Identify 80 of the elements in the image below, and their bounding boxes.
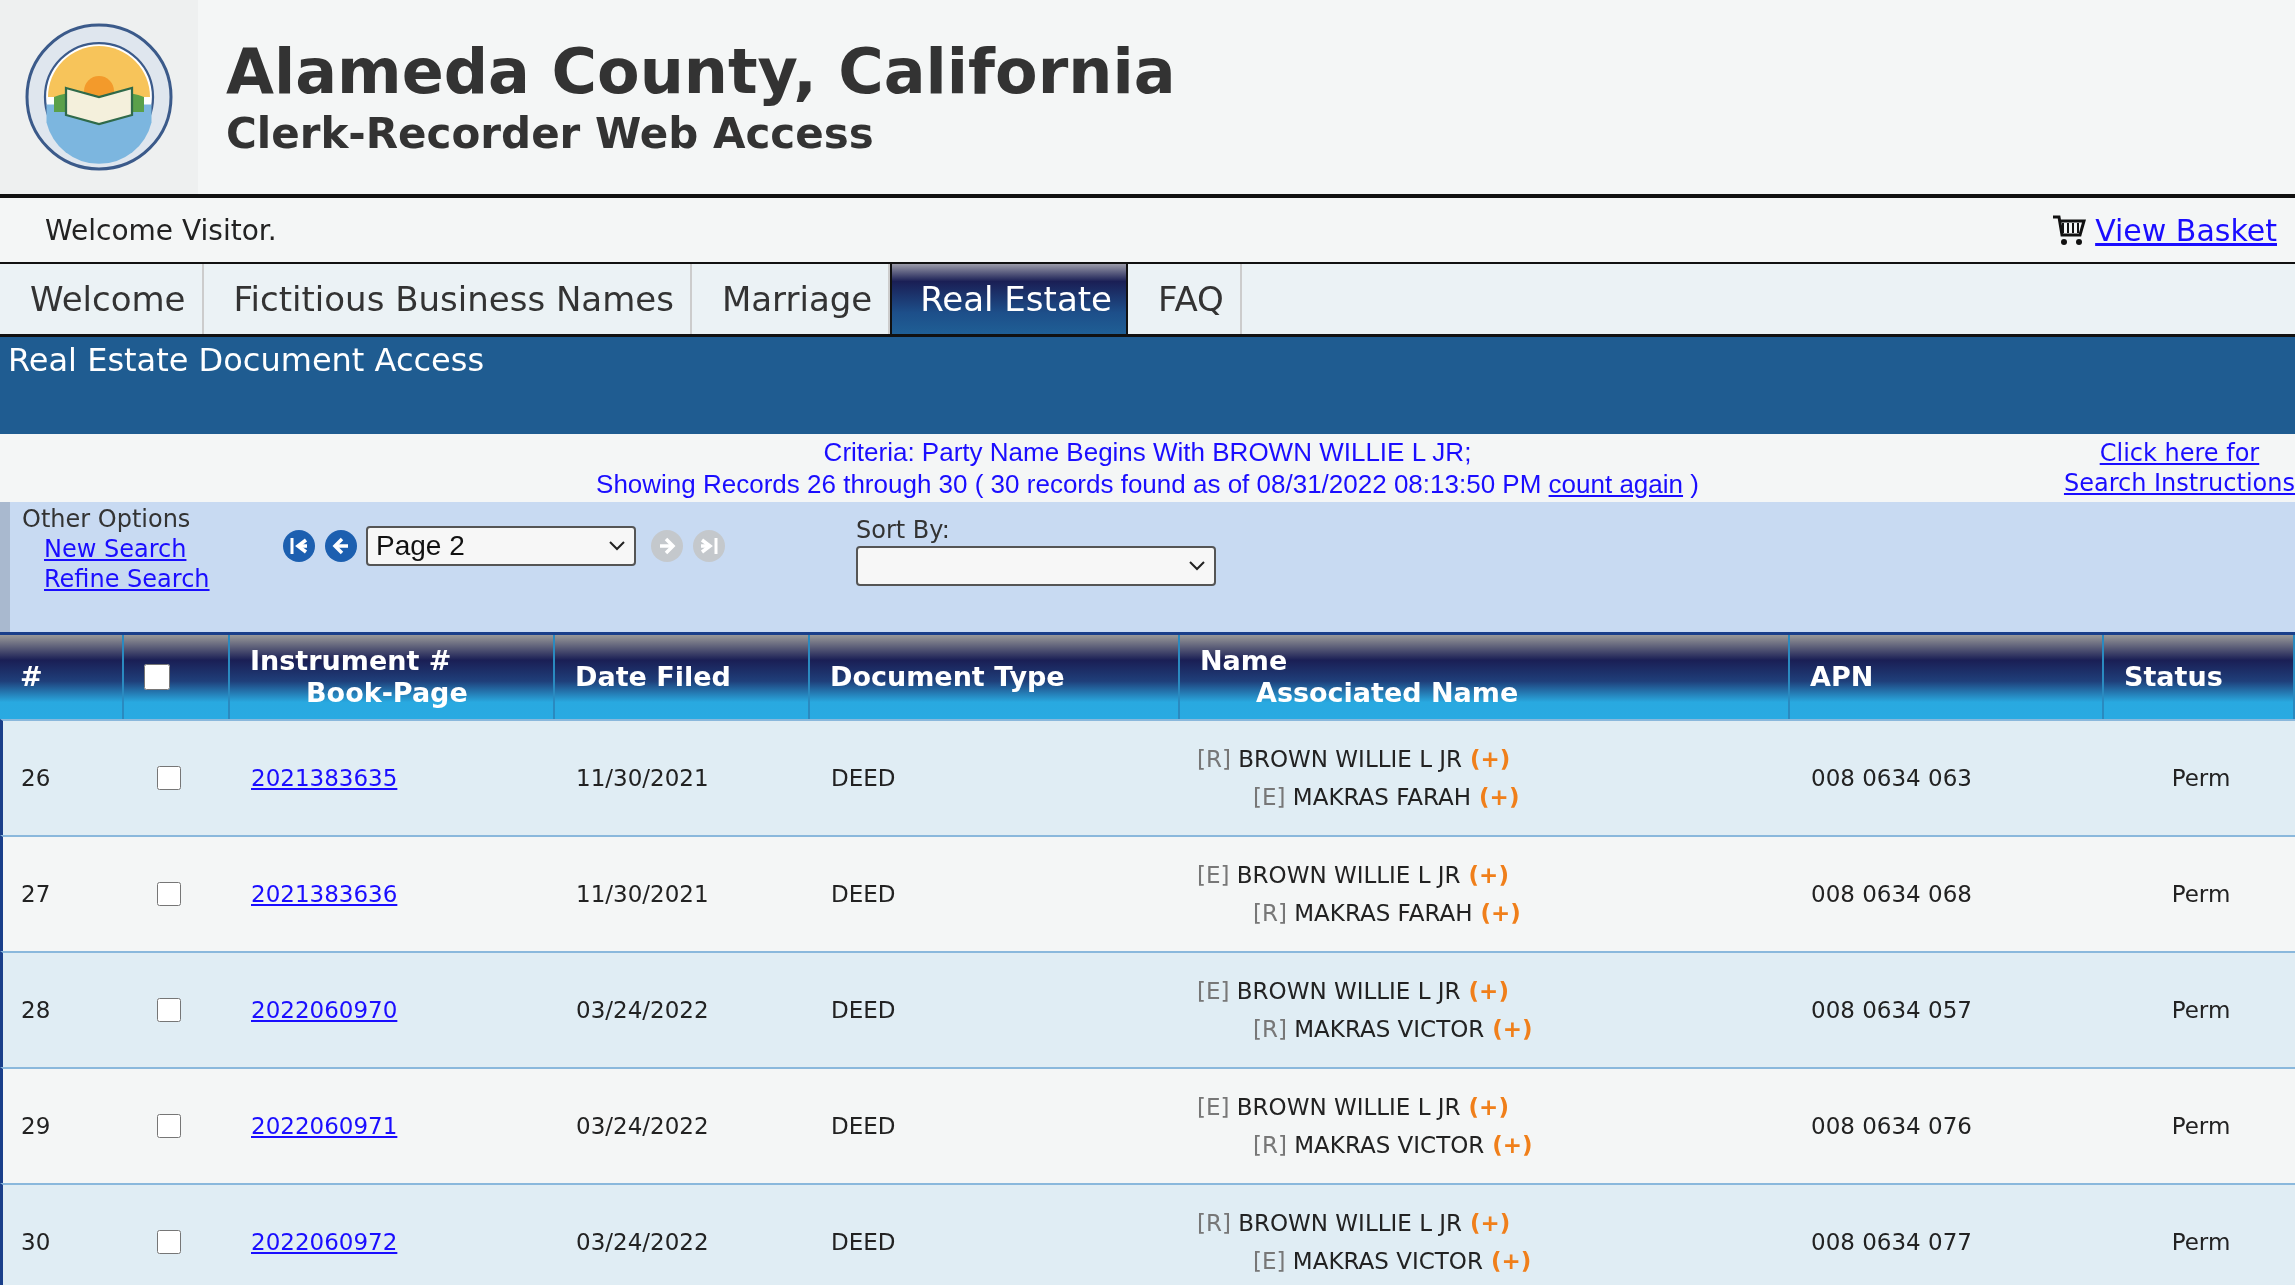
table-cell-text: 27 — [20, 881, 52, 907]
column-header: Instrument # Book-Page — [230, 635, 555, 719]
search-instructions-link[interactable]: Click here for — [2063, 438, 2295, 468]
nav-tab[interactable]: FAQ — [1127, 264, 1242, 334]
party-name: [E] MAKRAS FARAH — [1253, 784, 1472, 810]
nav-tab[interactable]: Welcome — [0, 264, 204, 334]
nav-tab[interactable]: Real Estate — [890, 264, 1128, 334]
instrument-link[interactable]: 2021383635 — [251, 765, 398, 791]
table-cell-text: DEED — [830, 997, 897, 1023]
table-cell-text: DEED — [830, 765, 897, 791]
table-cell: Perm — [2171, 765, 2231, 791]
section-title: Real Estate Document Access — [8, 341, 485, 379]
site-subtitle: Clerk-Recorder Web Access — [226, 109, 875, 160]
table-cell-text: 008 0634 076 — [1810, 1113, 1973, 1139]
column-header: Name Associated Name — [1180, 635, 1790, 719]
row-checkbox[interactable] — [157, 1114, 181, 1138]
table-cell: Perm — [2171, 1113, 2231, 1139]
party-name: [E] BROWN WILLIE L JR — [1197, 978, 1461, 1004]
count-again-link[interactable]: count again — [1548, 469, 1684, 499]
row-checkbox[interactable] — [157, 766, 181, 790]
view-basket-link[interactable]: View Basket — [2095, 212, 2277, 248]
row-checkbox[interactable] — [157, 1230, 181, 1254]
party-name: [R] MAKRAS VICTOR — [1253, 1132, 1485, 1158]
table-cell-text: DEED — [830, 1229, 897, 1255]
party-name: [R] MAKRAS FARAH — [1253, 900, 1473, 926]
option-link[interactable]: Refine Search — [44, 564, 282, 594]
column-header: Status — [2104, 635, 2295, 719]
table-cell: Perm — [2171, 997, 2231, 1023]
party-name: [E] BROWN WILLIE L JR — [1197, 862, 1461, 888]
party-name: [E] MAKRAS VICTOR — [1253, 1248, 1483, 1274]
table-cell-text: 11/30/2021 — [575, 881, 710, 907]
closing-paren: ) — [1689, 469, 1699, 499]
column-header: APN — [1790, 635, 2104, 719]
instrument-link[interactable]: 2021383636 — [251, 881, 398, 907]
table-cell-text: 30 — [20, 1229, 52, 1255]
county-seal-icon — [24, 22, 174, 172]
table-cell-text: 11/30/2021 — [575, 765, 710, 791]
row-checkbox[interactable] — [157, 882, 181, 906]
table-cell-text: DEED — [830, 881, 897, 907]
nav-tab[interactable]: Fictitious Business Names — [203, 264, 692, 334]
table-cell: Perm — [2171, 881, 2231, 907]
sort-select[interactable] — [856, 546, 1216, 586]
page-select[interactable]: Page 2 — [366, 526, 636, 566]
caret-icon — [1188, 560, 1206, 572]
column-header: Document Type — [810, 635, 1180, 719]
table-cell: Perm — [2171, 1229, 2231, 1255]
instrument-link[interactable]: 2022060972 — [251, 1229, 398, 1255]
table-cell-text: 28 — [20, 997, 52, 1023]
column-header: # — [0, 635, 124, 719]
records-summary: Showing Records 26 through 30 ( 30 records found as of 08/31/2022 08:13:50 PM — [596, 469, 1543, 499]
table-cell-text: 03/24/2022 — [575, 1113, 710, 1139]
shopping-cart-icon — [2051, 213, 2088, 247]
column-header: Date Filed — [555, 635, 810, 719]
table-cell-text: 26 — [20, 765, 52, 791]
criteria-text: Criteria: Party Name Begins With BROWN WILLIE L JR; — [822, 435, 1473, 468]
other-options-label: Other Options — [22, 504, 192, 534]
table-cell-text: 03/24/2022 — [575, 1229, 710, 1255]
instrument-link[interactable]: 2022060970 — [251, 997, 398, 1023]
row-checkbox[interactable] — [157, 998, 181, 1022]
table-cell-text: 008 0634 068 — [1810, 881, 1973, 907]
table-cell-text: 008 0634 077 — [1810, 1229, 1973, 1255]
welcome-message: Welcome Visitor. — [45, 213, 277, 247]
table-cell-text: 03/24/2022 — [575, 997, 710, 1023]
party-name: [R] BROWN WILLIE L JR — [1197, 1210, 1463, 1236]
table-cell-text: DEED — [830, 1113, 897, 1139]
previous-page-icon[interactable] — [324, 529, 358, 563]
search-instructions-link[interactable]: Search Instructions — [2063, 468, 2295, 498]
party-name: [E] BROWN WILLIE L JR — [1197, 1094, 1461, 1120]
table-cell-text: 008 0634 063 — [1810, 765, 1973, 791]
sort-by-label: Sort By: — [856, 516, 951, 544]
instrument-link[interactable]: 2022060971 — [251, 1113, 398, 1139]
caret-icon — [608, 540, 626, 552]
party-name: [R] MAKRAS VICTOR — [1253, 1016, 1485, 1042]
table-cell-text: 29 — [20, 1113, 52, 1139]
site-title: Alameda County, California — [226, 34, 1176, 109]
party-name: [R] BROWN WILLIE L JR — [1197, 746, 1463, 772]
first-page-icon[interactable] — [282, 529, 316, 563]
table-cell-text: 008 0634 057 — [1810, 997, 1973, 1023]
select-all-checkbox[interactable] — [144, 664, 170, 690]
option-link[interactable]: New Search — [44, 534, 282, 564]
